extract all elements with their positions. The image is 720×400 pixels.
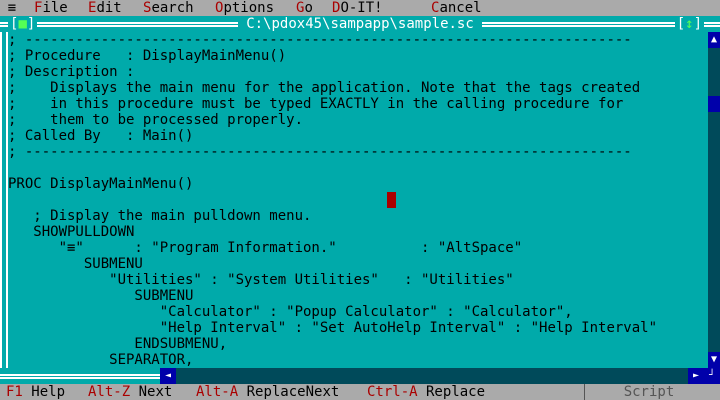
horizontal-scrollbar-row: ◄ ► ┘ [0,368,720,384]
menu-edit[interactable]: Edit [88,0,122,16]
menu-go[interactable]: Go [296,0,313,16]
code-line: SHOWPULLDOWN [8,224,135,240]
frame-bottom-line [0,374,160,379]
code-line: ; --------------------------------------… [8,144,632,160]
resize-corner-icon[interactable]: ┘ [704,368,720,384]
status-bar: F1 Help Alt-Z Next Alt-A ReplaceNext Ctr… [0,384,720,400]
scroll-left-icon[interactable]: ◄ [160,368,176,384]
vertical-scrollbar[interactable]: ▲ ▼ [708,32,720,368]
maximize-box[interactable]: [↕] [674,16,704,32]
shortcut-replace[interactable]: Ctrl-A Replace [367,384,485,400]
script-editor[interactable]: ; --------------------------------------… [8,32,708,368]
code-line: ENDSUBMENU, [8,336,228,352]
vertical-scroll-thumb[interactable] [708,96,720,112]
scroll-right-icon[interactable]: ► [688,368,704,384]
code-line: ; Procedure : DisplayMainMenu() [8,48,287,64]
window-title: C:\pdox45\sampapp\sample.sc [238,16,482,32]
mode-indicator: Script [584,384,713,400]
menu-cancel[interactable]: Cancel [431,0,482,16]
shortcut-replace-next[interactable]: Alt-A ReplaceNext [196,384,339,400]
code-line: PROC DisplayMainMenu() [8,176,194,192]
code-line: ; Displays the main menu for the applica… [8,80,641,96]
code-line: ; Called By : Main() [8,128,194,144]
horizontal-scroll-track[interactable] [176,368,704,384]
code-line: ; in this procedure must be typed EXACTL… [8,96,624,112]
maximize-icon: ↕ [685,16,694,32]
code-line: SUBMENU [8,288,194,304]
menu-options[interactable]: Options [215,0,274,16]
code-line: ; Display the main pulldown menu. [8,208,312,224]
code-line: ; --------------------------------------… [8,32,632,48]
menu-do-it[interactable]: DO-IT! [332,0,383,16]
code-line: "≡" : "Program Information." : "AltSpace… [8,240,523,256]
window-title-bar: C:\pdox45\sampapp\sample.sc [0,16,720,32]
code-line: "Help Interval" : "Set AutoHelp Interval… [8,320,658,336]
code-line: "Utilities" : "System Utilities" : "Util… [8,272,514,288]
window-frame-left [0,32,8,368]
scroll-down-icon[interactable]: ▼ [708,352,720,368]
system-menu-icon[interactable]: ≡ [0,0,24,16]
menu-file[interactable]: File [34,0,68,16]
code-line: SUBMENU [8,256,143,272]
text-cursor [387,192,396,208]
code-line: SEPARATOR, [8,352,194,368]
menu-search[interactable]: Search [143,0,194,16]
shortcut-help[interactable]: F1 Help [6,384,65,400]
scroll-up-icon[interactable]: ▲ [708,32,720,48]
shortcut-next[interactable]: Alt-Z Next [88,384,172,400]
code-line: ; Description : [8,64,135,80]
code-line: ; them to be processed properly. [8,112,304,128]
code-line: "Calculator" : "Popup Calculator" : "Cal… [8,304,573,320]
menu-bar: ≡ File Edit Search Options Go DO-IT! Can… [0,0,720,16]
